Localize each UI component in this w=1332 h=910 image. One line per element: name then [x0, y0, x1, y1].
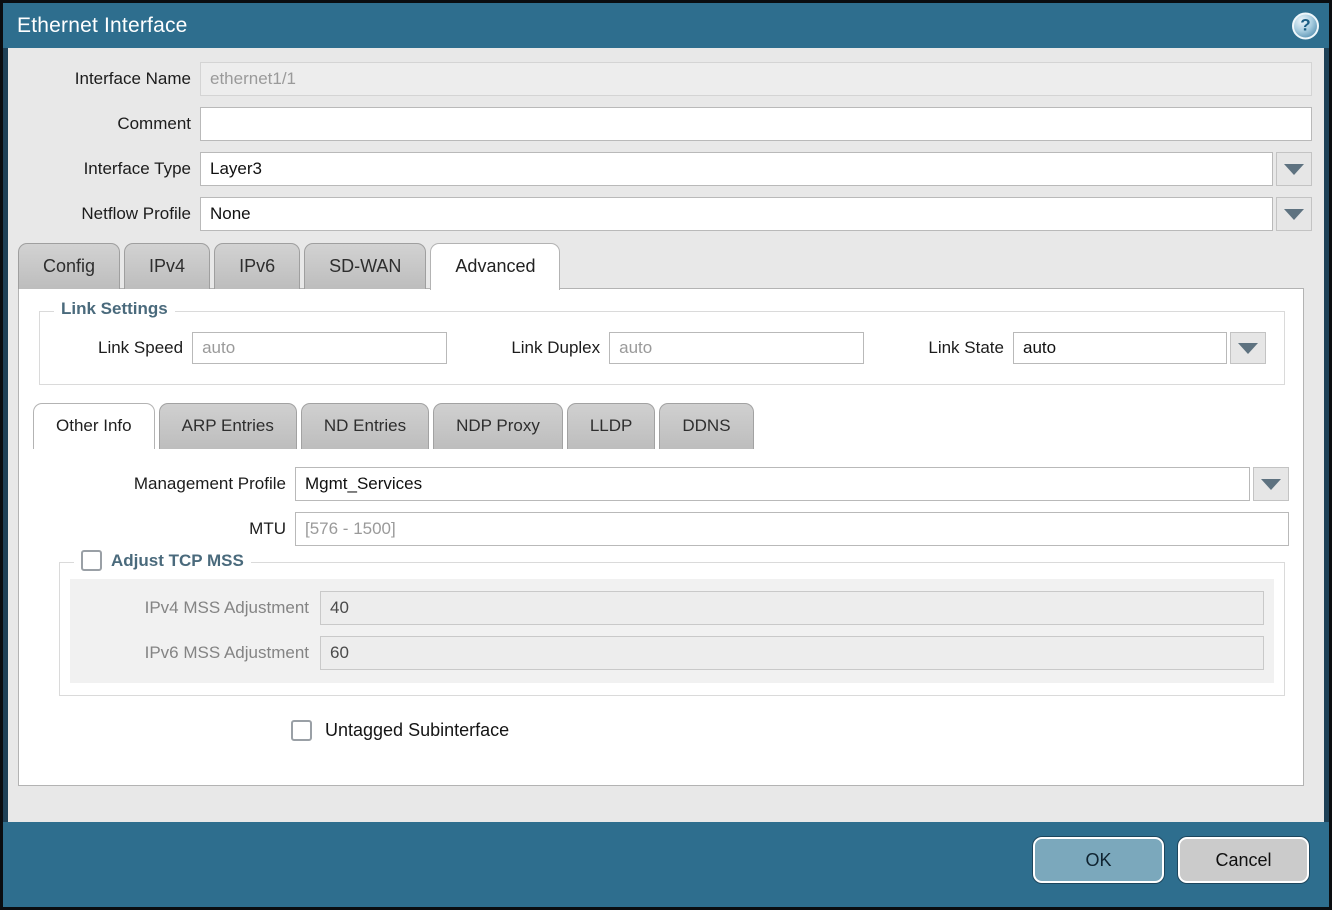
interface-type-row: Interface Type Layer3: [8, 152, 1312, 186]
netflow-profile-value[interactable]: None: [200, 197, 1273, 231]
link-state-dropdown-button[interactable]: [1230, 332, 1266, 364]
management-profile-label: Management Profile: [33, 474, 295, 494]
management-profile-value[interactable]: Mgmt_Services: [295, 467, 1250, 501]
interface-name-field: [200, 62, 1312, 96]
ipv6-mss-row: IPv6 MSS Adjustment: [70, 636, 1264, 670]
mtu-field[interactable]: [295, 512, 1289, 546]
ipv6-mss-field: [320, 636, 1264, 670]
chevron-down-icon: [1238, 343, 1258, 354]
link-duplex-field[interactable]: [609, 332, 864, 364]
link-speed-label: Link Speed: [98, 338, 192, 358]
dialog-title: Ethernet Interface: [17, 14, 188, 38]
untagged-subinterface-row: Untagged Subinterface: [291, 720, 1289, 741]
ethernet-interface-dialog: Ethernet Interface ? Interface Name Comm…: [0, 0, 1332, 910]
chevron-down-icon: [1284, 209, 1304, 220]
link-duplex-label: Link Duplex: [511, 338, 609, 358]
cancel-button[interactable]: Cancel: [1178, 837, 1309, 883]
interface-type-value[interactable]: Layer3: [200, 152, 1273, 186]
adjust-tcp-mss-legend-label: Adjust TCP MSS: [111, 551, 244, 571]
ipv4-mss-field: [320, 591, 1264, 625]
untagged-subinterface-label: Untagged Subinterface: [325, 720, 509, 741]
tab-config[interactable]: Config: [18, 243, 120, 289]
tab-sd-wan[interactable]: SD-WAN: [304, 243, 426, 289]
advanced-tab-panel: Link Settings Link Speed Link Duplex Lin…: [18, 288, 1304, 786]
untagged-subinterface-checkbox[interactable]: [291, 720, 312, 741]
link-speed-group: Link Speed: [98, 332, 447, 364]
link-settings-fieldset: Link Settings Link Speed Link Duplex Lin…: [39, 311, 1285, 385]
dialog-content: Interface Name Comment Interface Type La…: [3, 48, 1329, 822]
adjust-tcp-mss-fieldset: Adjust TCP MSS IPv4 MSS Adjustment IPv6 …: [59, 562, 1285, 696]
chevron-down-icon: [1261, 479, 1281, 490]
comment-label: Comment: [8, 114, 200, 134]
interface-name-label: Interface Name: [8, 69, 200, 89]
sub-tab-bar: Other Info ARP Entries ND Entries NDP Pr…: [33, 403, 1289, 449]
link-state-value[interactable]: auto: [1013, 332, 1227, 364]
subtab-ndp-proxy[interactable]: NDP Proxy: [433, 403, 563, 449]
link-duplex-group: Link Duplex: [511, 332, 864, 364]
link-settings-row: Link Speed Link Duplex Link State auto: [98, 332, 1266, 364]
ok-button[interactable]: OK: [1033, 837, 1164, 883]
tab-ipv4[interactable]: IPv4: [124, 243, 210, 289]
netflow-profile-dropdown: None: [200, 197, 1312, 231]
help-icon[interactable]: ?: [1292, 12, 1319, 39]
dialog-footer: OK Cancel: [3, 822, 1329, 907]
dialog-titlebar: Ethernet Interface ?: [3, 3, 1329, 48]
subtab-arp-entries[interactable]: ARP Entries: [159, 403, 297, 449]
adjust-tcp-mss-checkbox[interactable]: [81, 550, 102, 571]
management-profile-row: Management Profile Mgmt_Services: [33, 467, 1289, 501]
mss-disabled-panel: IPv4 MSS Adjustment IPv6 MSS Adjustment: [70, 579, 1274, 683]
netflow-profile-label: Netflow Profile: [8, 204, 200, 224]
chevron-down-icon: [1284, 164, 1304, 175]
interface-name-row: Interface Name: [8, 62, 1312, 96]
interface-type-dropdown: Layer3: [200, 152, 1312, 186]
link-settings-legend: Link Settings: [54, 299, 175, 319]
interface-type-label: Interface Type: [8, 159, 200, 179]
interface-type-dropdown-button[interactable]: [1276, 152, 1312, 186]
ipv6-mss-label: IPv6 MSS Adjustment: [70, 643, 320, 663]
tab-advanced[interactable]: Advanced: [430, 243, 560, 290]
subtab-other-info[interactable]: Other Info: [33, 403, 155, 449]
comment-row: Comment: [8, 107, 1312, 141]
link-state-group: Link State auto: [928, 332, 1266, 364]
link-state-label: Link State: [928, 338, 1013, 358]
tab-ipv6[interactable]: IPv6: [214, 243, 300, 289]
management-profile-dropdown-button[interactable]: [1253, 467, 1289, 501]
link-speed-field[interactable]: [192, 332, 447, 364]
link-state-dropdown: auto: [1013, 332, 1266, 364]
subtab-nd-entries[interactable]: ND Entries: [301, 403, 429, 449]
adjust-tcp-mss-legend: Adjust TCP MSS: [74, 550, 251, 571]
ipv4-mss-label: IPv4 MSS Adjustment: [70, 598, 320, 618]
subtab-ddns[interactable]: DDNS: [659, 403, 753, 449]
comment-field[interactable]: [200, 107, 1312, 141]
other-info-panel: Management Profile Mgmt_Services MTU: [33, 467, 1289, 741]
main-tab-bar: Config IPv4 IPv6 SD-WAN Advanced: [18, 243, 1312, 289]
management-profile-dropdown: Mgmt_Services: [295, 467, 1289, 501]
netflow-profile-dropdown-button[interactable]: [1276, 197, 1312, 231]
subtab-lldp[interactable]: LLDP: [567, 403, 656, 449]
mtu-label: MTU: [33, 519, 295, 539]
mtu-row: MTU: [33, 512, 1289, 546]
ipv4-mss-row: IPv4 MSS Adjustment: [70, 591, 1264, 625]
netflow-profile-row: Netflow Profile None: [8, 197, 1312, 231]
